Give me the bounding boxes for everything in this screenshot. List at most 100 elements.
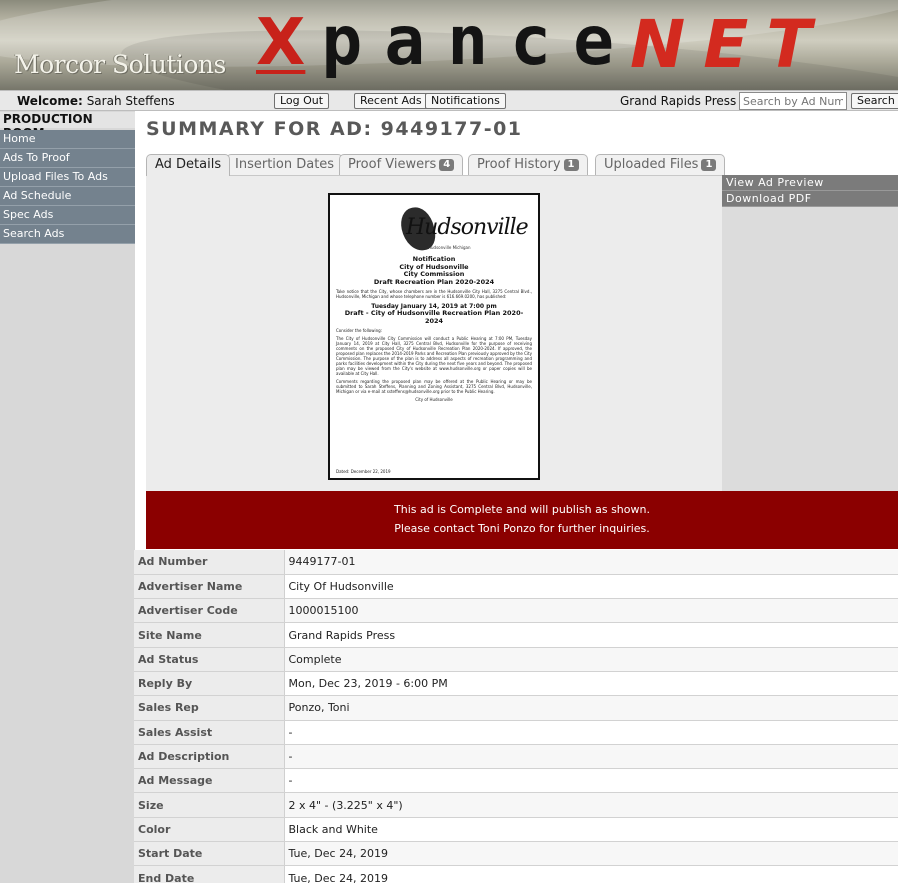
details-key: Sales Rep bbox=[134, 695, 285, 721]
details-value: - bbox=[284, 720, 898, 745]
details-row: Start Date Tue, Dec 24, 2019 bbox=[134, 841, 898, 867]
ad-paragraph: Take notice that the City, whose chamber… bbox=[336, 289, 532, 299]
publication-name: Grand Rapids Press bbox=[620, 94, 737, 108]
actions-panel-bg bbox=[722, 207, 898, 491]
sidebar: PRODUCTION ROOM Home Ads To Proof Upload… bbox=[0, 111, 135, 883]
details-value: Black and White bbox=[284, 817, 898, 843]
details-value: 1000015100 bbox=[284, 598, 898, 624]
tab-ad-details[interactable]: Ad Details bbox=[146, 154, 231, 176]
tab-label: Proof History bbox=[477, 157, 561, 172]
details-key: Sales Assist bbox=[134, 720, 285, 745]
download-pdf-button[interactable]: Download PDF bbox=[722, 191, 898, 207]
sidebar-item-ad-schedule[interactable]: Ad Schedule bbox=[0, 187, 135, 206]
sidebar-item-spec-ads[interactable]: Spec Ads bbox=[0, 206, 135, 225]
recent-ads-button[interactable]: Recent Ads bbox=[354, 93, 428, 109]
details-row: Ad Message - bbox=[134, 768, 898, 794]
tab-proof-history[interactable]: Proof History 1 bbox=[468, 154, 588, 175]
proof-history-count-badge: 1 bbox=[563, 159, 579, 171]
details-row: Ad Number 9449177-01 bbox=[134, 550, 898, 575]
uploaded-files-count-badge: 1 bbox=[701, 159, 717, 171]
details-row: Color Black and White bbox=[134, 817, 898, 843]
logo-subtext: Hudsonville Michigan bbox=[428, 245, 471, 250]
details-row: Ad Description - bbox=[134, 744, 898, 770]
tab-insertion-dates[interactable]: Insertion Dates bbox=[226, 154, 344, 175]
details-key: Ad Number bbox=[134, 550, 285, 575]
details-row: Reply By Mon, Dec 23, 2019 - 6:00 PM bbox=[134, 671, 898, 697]
details-row: Site Name Grand Rapids Press bbox=[134, 622, 898, 648]
logo-text: Hudsonville bbox=[406, 215, 529, 240]
sidebar-item-ads-to-proof[interactable]: Ads To Proof bbox=[0, 149, 135, 168]
ad-signature: City of Hudsonville bbox=[415, 397, 453, 402]
details-value: Tue, Dec 24, 2019 bbox=[284, 865, 898, 883]
tab-label: Uploaded Files bbox=[604, 157, 699, 172]
details-value: - bbox=[284, 744, 898, 770]
sidebar-title: PRODUCTION ROOM bbox=[0, 112, 135, 140]
tab-label: Ad Details bbox=[155, 157, 222, 172]
details-row: Ad Status Complete bbox=[134, 647, 898, 672]
details-value: City Of Hudsonville bbox=[284, 574, 898, 600]
app-root: Morcor Solutions XpanceNET Welcome: Sara… bbox=[0, 0, 898, 883]
details-value: Ponzo, Toni bbox=[284, 695, 898, 721]
details-row: End Date Tue, Dec 24, 2019 bbox=[134, 865, 898, 883]
details-key: Color bbox=[134, 817, 285, 843]
user-name: Sarah Steffens bbox=[86, 94, 175, 108]
details-key: Site Name bbox=[134, 622, 285, 648]
details-key: Ad Description bbox=[134, 744, 285, 770]
ad-paragraph: The City of Hudsonville City Commission … bbox=[336, 336, 532, 376]
logo-pance: pance bbox=[321, 2, 637, 81]
tab-label: Proof Viewers bbox=[348, 157, 437, 172]
welcome-text: Welcome: Sarah Steffens bbox=[17, 94, 175, 108]
proof-viewers-count-badge: 4 bbox=[439, 159, 455, 171]
hudsonville-logo: Hudsonville Hudsonville Michigan bbox=[336, 201, 532, 256]
status-message: This ad is Complete and will publish as … bbox=[394, 503, 650, 516]
details-value: 9449177-01 bbox=[284, 550, 898, 575]
tab-proof-viewers[interactable]: Proof Viewers 4 bbox=[339, 154, 464, 175]
xpancenet-logo: XpanceNET bbox=[256, 2, 830, 86]
status-banner: This ad is Complete and will publish as … bbox=[146, 491, 898, 549]
view-ad-preview-button[interactable]: View Ad Preview bbox=[722, 175, 898, 191]
details-key: Size bbox=[134, 792, 285, 818]
ad-subheading: Draft - City of Hudsonville Recreation P… bbox=[344, 309, 524, 325]
ad-dated: Dated: December 22, 2019 bbox=[336, 469, 391, 474]
details-key: Ad Message bbox=[134, 768, 285, 794]
ad-paragraph: Comments regarding the proposed plan may… bbox=[336, 379, 532, 394]
ad-details-table: Ad Number 9449177-01 Advertiser Name City O… bbox=[134, 550, 898, 883]
details-value: Tue, Dec 24, 2019 bbox=[284, 841, 898, 867]
details-row: Size 2 x 4" - (3.225" x 4") bbox=[134, 792, 898, 818]
details-key: Start Date bbox=[134, 841, 285, 867]
logout-button[interactable]: Log Out bbox=[274, 93, 330, 109]
header-banner: Morcor Solutions XpanceNET bbox=[0, 0, 898, 90]
welcome-label: Welcome: bbox=[17, 94, 83, 108]
page-title: SUMMARY FOR AD: 9449177-01 bbox=[146, 118, 523, 140]
details-key: Ad Status bbox=[134, 647, 285, 672]
sidebar-item-upload-files[interactable]: Upload Files To Ads bbox=[0, 168, 135, 187]
details-value: - bbox=[284, 768, 898, 794]
ad-heading: Draft Recreation Plan 2020-2024 bbox=[373, 277, 495, 286]
details-row: Sales Rep Ponzo, Toni bbox=[134, 695, 898, 721]
ad-number-search-input[interactable] bbox=[739, 92, 847, 110]
details-key: End Date bbox=[134, 865, 285, 883]
logo-x: X bbox=[256, 6, 306, 80]
details-value: Grand Rapids Press bbox=[284, 622, 898, 648]
ad-paragraph: Consider the following: bbox=[336, 328, 383, 333]
details-row: Sales Assist - bbox=[134, 720, 898, 745]
details-value: Mon, Dec 23, 2019 - 6:00 PM bbox=[284, 671, 898, 697]
ad-actions: View Ad Preview Download PDF bbox=[722, 175, 898, 207]
ad-details-body: Ad Number 9449177-01 Advertiser Name City O… bbox=[134, 550, 898, 883]
notifications-button[interactable]: Notifications bbox=[425, 93, 506, 109]
details-value: Complete bbox=[284, 647, 898, 672]
logo-net: NET bbox=[630, 6, 830, 83]
top-bar: Welcome: Sarah Steffens Log Out Recent A… bbox=[0, 90, 898, 111]
details-row: Advertiser Code 1000015100 bbox=[134, 598, 898, 624]
details-value: 2 x 4" - (3.225" x 4") bbox=[284, 792, 898, 818]
details-row: Advertiser Name City Of Hudsonville bbox=[134, 574, 898, 600]
sidebar-item-home[interactable]: Home bbox=[0, 130, 135, 149]
ad-proof-image: Hudsonville Hudsonville Michigan Notific… bbox=[328, 193, 540, 480]
tab-uploaded-files[interactable]: Uploaded Files 1 bbox=[595, 154, 726, 175]
sidebar-item-search-ads[interactable]: Search Ads bbox=[0, 225, 135, 244]
tab-label: Insertion Dates bbox=[235, 157, 335, 172]
search-button[interactable]: Search bbox=[851, 93, 898, 109]
details-key: Advertiser Name bbox=[134, 574, 285, 600]
status-contact: Please contact Toni Ponzo for further in… bbox=[394, 522, 650, 535]
company-name: Morcor Solutions bbox=[14, 50, 226, 79]
